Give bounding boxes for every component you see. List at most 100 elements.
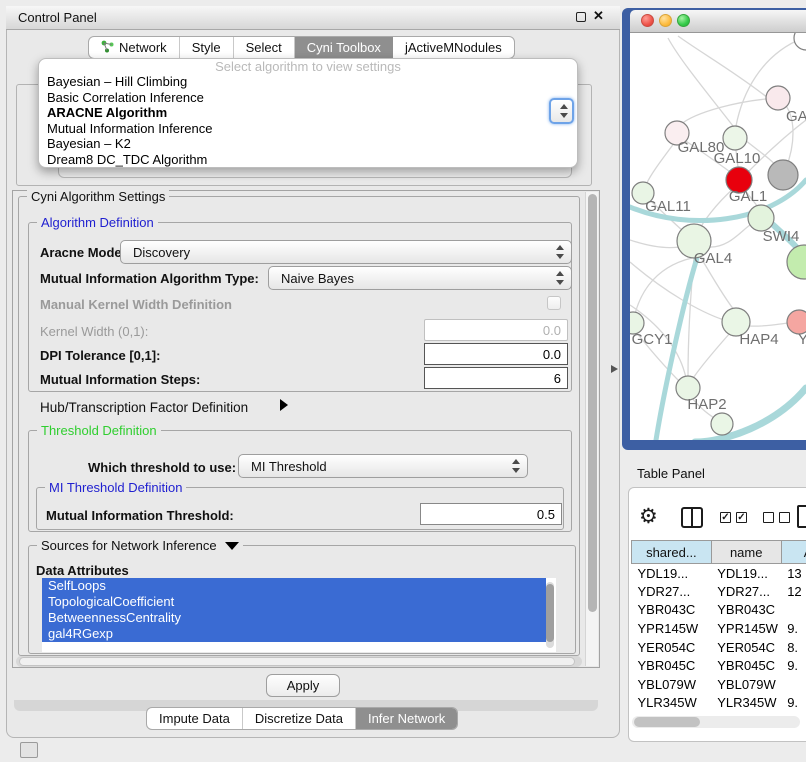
node-table[interactable]: shared... name A YDL19...YDL19...13YDR27… bbox=[631, 540, 806, 712]
unchecked-box-icon[interactable] bbox=[779, 512, 790, 523]
column-header[interactable]: shared... bbox=[632, 541, 712, 564]
scrollbar-thumb[interactable] bbox=[546, 584, 554, 642]
tab-cyni-toolbox[interactable]: Cyni Toolbox bbox=[295, 37, 393, 58]
table-row[interactable]: YDL19...YDL19...13 bbox=[632, 564, 806, 583]
table-row[interactable]: YER054CYER054C8. bbox=[632, 638, 806, 657]
mi-type-combobox[interactable]: Naive Bayes bbox=[268, 266, 572, 290]
table-cell[interactable]: YER054C bbox=[711, 638, 781, 657]
close-icon[interactable]: ✕ bbox=[593, 8, 604, 24]
mi-steps-field[interactable] bbox=[424, 367, 568, 389]
disclosure-down-icon[interactable] bbox=[225, 542, 239, 550]
table-cell[interactable]: YDR27... bbox=[632, 582, 712, 601]
gear-icon[interactable]: ⚙ bbox=[639, 504, 658, 529]
table-cell[interactable]: YLR345W bbox=[632, 694, 712, 712]
tab-network[interactable]: Network bbox=[89, 37, 180, 58]
table-row[interactable]: YDR27...YDR27...12 bbox=[632, 582, 806, 601]
traffic-minimize-icon[interactable] bbox=[659, 14, 672, 27]
table-cell[interactable] bbox=[781, 601, 806, 620]
algorithm-item[interactable]: Basic Correlation Inference bbox=[39, 90, 577, 106]
checked-box-icon[interactable]: ✓ bbox=[720, 512, 731, 523]
tab-select[interactable]: Select bbox=[234, 37, 295, 58]
scrollbar-thumb[interactable] bbox=[588, 194, 597, 612]
table-cell[interactable]: YDR27... bbox=[711, 582, 781, 601]
table-cell[interactable]: YDL19... bbox=[711, 564, 781, 583]
network-node[interactable] bbox=[787, 245, 806, 279]
tab-jactivemnodules[interactable]: jActiveMNodules bbox=[393, 37, 514, 58]
collapsed-panel-button[interactable] bbox=[20, 742, 38, 758]
traffic-zoom-icon[interactable] bbox=[677, 14, 690, 27]
aracne-mode-combobox[interactable]: Discovery bbox=[120, 240, 572, 264]
column-header[interactable]: A bbox=[781, 541, 806, 564]
disclosure-right-icon[interactable] bbox=[280, 399, 288, 411]
control-panel-titlebar[interactable] bbox=[6, 6, 620, 30]
attribute-item[interactable]: SelfLoops bbox=[42, 578, 546, 594]
attribute-item[interactable]: gal4RGexp bbox=[42, 626, 546, 642]
algorithm-combobox-fragment[interactable] bbox=[549, 98, 574, 124]
hub-definition-disclosure[interactable]: Hub/Transcription Factor Definition bbox=[40, 400, 248, 415]
kernel-width-label: Kernel Width (0,1): bbox=[40, 324, 148, 339]
table-cell[interactable]: YBR043C bbox=[711, 601, 781, 620]
which-threshold-combobox[interactable]: MI Threshold bbox=[238, 454, 528, 478]
network-window-titlebar[interactable] bbox=[630, 10, 806, 33]
group-title: Sources for Network Inference bbox=[37, 538, 243, 553]
table-cell[interactable]: 13 bbox=[781, 564, 806, 583]
table-cell[interactable]: YBR043C bbox=[632, 601, 712, 620]
table-cell[interactable]: YLR345W bbox=[711, 694, 781, 712]
algorithm-item[interactable]: Dream8 DC_TDC Algorithm bbox=[39, 152, 577, 168]
network-canvas[interactable]: GALGAL80GAL10GAL1GAL11SWI4GAL4GCY1HAP4YH… bbox=[630, 33, 806, 440]
table-cell[interactable]: YBL079W bbox=[711, 675, 781, 694]
table-cell[interactable]: YBR045C bbox=[711, 656, 781, 675]
algorithm-item[interactable]: ARACNE Algorithm bbox=[39, 105, 577, 121]
table-row[interactable]: YBR045CYBR045C9. bbox=[632, 656, 806, 675]
settings-horizontal-scrollbar[interactable] bbox=[16, 656, 582, 667]
tab-impute-data[interactable]: Impute Data bbox=[147, 708, 243, 729]
network-node[interactable] bbox=[794, 33, 806, 50]
table-cell[interactable]: 9. bbox=[781, 694, 806, 712]
settings-vertical-scrollbar[interactable] bbox=[585, 192, 598, 666]
table-cell[interactable]: YER054C bbox=[632, 638, 712, 657]
scrollbar-thumb[interactable] bbox=[19, 657, 575, 666]
table-cell[interactable]: YPR145W bbox=[632, 619, 712, 638]
table-cell[interactable]: YBL079W bbox=[632, 675, 712, 694]
unchecked-box-icon[interactable] bbox=[763, 512, 774, 523]
table-cell[interactable]: YDL19... bbox=[632, 564, 712, 583]
document-icon[interactable] bbox=[797, 505, 806, 528]
table-cell[interactable]: 9. bbox=[781, 656, 806, 675]
traffic-close-icon[interactable] bbox=[641, 14, 654, 27]
dpi-tolerance-field[interactable] bbox=[424, 343, 568, 365]
attribute-item[interactable]: BetweennessCentrality bbox=[42, 610, 546, 626]
table-cell[interactable]: YPR145W bbox=[711, 619, 781, 638]
algorithm-item[interactable]: Bayesian – K2 bbox=[39, 136, 577, 152]
table-row[interactable]: YBR043CYBR043C bbox=[632, 601, 806, 620]
network-node[interactable] bbox=[723, 126, 747, 150]
tab-style[interactable]: Style bbox=[180, 37, 234, 58]
network-node[interactable] bbox=[711, 413, 733, 435]
table-cell[interactable]: 12 bbox=[781, 582, 806, 601]
attribute-item[interactable]: TopologicalCoefficient bbox=[42, 594, 546, 610]
data-attributes-list[interactable]: SelfLoopsTopologicalCoefficientBetweenne… bbox=[42, 578, 556, 652]
table-horizontal-scrollbar[interactable] bbox=[632, 716, 800, 728]
table-row[interactable]: YPR145WYPR145W9. bbox=[632, 619, 806, 638]
table-row[interactable]: YBL079WYBL079W bbox=[632, 675, 806, 694]
table-row[interactable]: YLR345WYLR345W9. bbox=[632, 694, 806, 712]
attributes-scrollbar[interactable] bbox=[546, 582, 554, 648]
manual-kernel-checkbox[interactable] bbox=[547, 296, 561, 310]
checked-box-icon[interactable]: ✓ bbox=[736, 512, 747, 523]
network-node[interactable] bbox=[766, 86, 790, 110]
algorithm-item[interactable]: Bayesian – Hill Climbing bbox=[39, 74, 577, 90]
mi-threshold-field[interactable] bbox=[420, 503, 562, 525]
split-columns-icon[interactable] bbox=[681, 507, 703, 528]
apply-button[interactable]: Apply bbox=[266, 674, 340, 697]
table-cell[interactable]: 8. bbox=[781, 638, 806, 657]
float-window-icon[interactable] bbox=[576, 12, 586, 22]
scrollbar-thumb[interactable] bbox=[634, 717, 700, 727]
network-node[interactable] bbox=[768, 160, 798, 190]
table-cell[interactable]: 9. bbox=[781, 619, 806, 638]
tab-infer-network[interactable]: Infer Network bbox=[356, 708, 457, 729]
tab-discretize-data[interactable]: Discretize Data bbox=[243, 708, 356, 729]
table-cell[interactable]: YBR045C bbox=[632, 656, 712, 675]
column-header[interactable]: name bbox=[711, 541, 781, 564]
algorithm-item[interactable]: Mutual Information Inference bbox=[39, 121, 577, 137]
table-cell[interactable] bbox=[781, 675, 806, 694]
kernel-width-field[interactable] bbox=[424, 319, 568, 341]
